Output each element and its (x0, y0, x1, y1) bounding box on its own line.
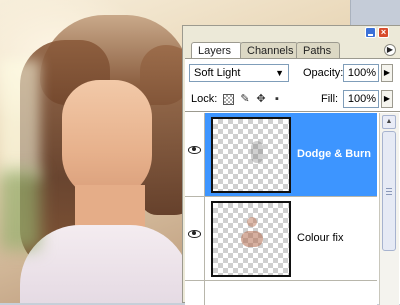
layers-content: Soft Light ▼ Opacity: 100% ▶ Lock: ✎ ✥ ▪… (185, 58, 400, 305)
divider (185, 111, 400, 112)
grip-line (386, 191, 392, 192)
visibility-toggle[interactable] (185, 113, 205, 196)
thumbnail-content (251, 141, 263, 163)
layer-thumbnail (211, 201, 291, 277)
layer-thumbnail (211, 117, 291, 193)
grip-line (386, 188, 392, 189)
layer-row-colour-fix[interactable]: Colour fix (185, 197, 377, 281)
brush-icon[interactable]: ✎ (239, 93, 251, 105)
layer-row-partial[interactable] (185, 281, 377, 305)
tab-layers[interactable]: Layers (191, 42, 242, 58)
lock-transparency-icon[interactable] (223, 94, 234, 105)
tab-paths[interactable]: Paths (296, 42, 340, 58)
opacity-slider-button[interactable]: ▶ (381, 64, 393, 82)
scroll-thumb[interactable] (382, 131, 396, 251)
eye-icon[interactable] (188, 146, 201, 154)
blend-mode-value: Soft Light (194, 67, 241, 79)
scroll-up-icon[interactable]: ▲ (382, 115, 396, 129)
layer-name[interactable]: Dodge & Burn (297, 148, 371, 160)
close-icon[interactable]: × (378, 27, 389, 38)
layers-scrollbar[interactable]: ▲ (379, 113, 399, 305)
layers-panel: × Layers Channels Paths ▶ Soft Light ▼ O… (182, 25, 400, 305)
blend-mode-select[interactable]: Soft Light ▼ (189, 64, 289, 82)
opacity-input[interactable]: 100% (343, 64, 379, 82)
tab-channels[interactable]: Channels (240, 42, 298, 58)
grip-line (386, 194, 392, 195)
visibility-toggle[interactable] (185, 281, 205, 305)
photo-light-flare (0, 60, 40, 180)
fill-label: Fill: (321, 93, 339, 105)
lock-icon[interactable]: ▪ (271, 93, 283, 105)
eye-icon[interactable] (188, 230, 201, 238)
fill-slider-button[interactable]: ▶ (381, 90, 393, 108)
photo-foliage (0, 170, 40, 250)
fill-input[interactable]: 100% (343, 90, 379, 108)
thumbnail-content (241, 231, 263, 247)
thumbnail-content (247, 217, 257, 227)
minimize-icon[interactable] (365, 27, 376, 38)
opacity-label: Opacity: (303, 67, 344, 79)
photo-dress (20, 225, 190, 303)
visibility-toggle[interactable] (185, 197, 205, 280)
tab-label: Layers (198, 45, 232, 57)
photo-face (62, 80, 152, 200)
panel-menu-icon[interactable]: ▶ (384, 44, 396, 56)
panel-titlebar[interactable]: × (183, 26, 400, 40)
lock-label: Lock: (191, 93, 218, 105)
tab-label: Paths (303, 45, 332, 57)
chevron-down-icon: ▼ (275, 68, 284, 78)
tab-label: Channels (247, 45, 294, 57)
move-icon[interactable]: ✥ (255, 93, 267, 105)
layer-name[interactable]: Colour fix (297, 232, 343, 244)
layer-row-dodge-burn[interactable]: Dodge & Burn (185, 113, 377, 197)
panel-tabs: Layers Channels Paths (187, 42, 396, 58)
